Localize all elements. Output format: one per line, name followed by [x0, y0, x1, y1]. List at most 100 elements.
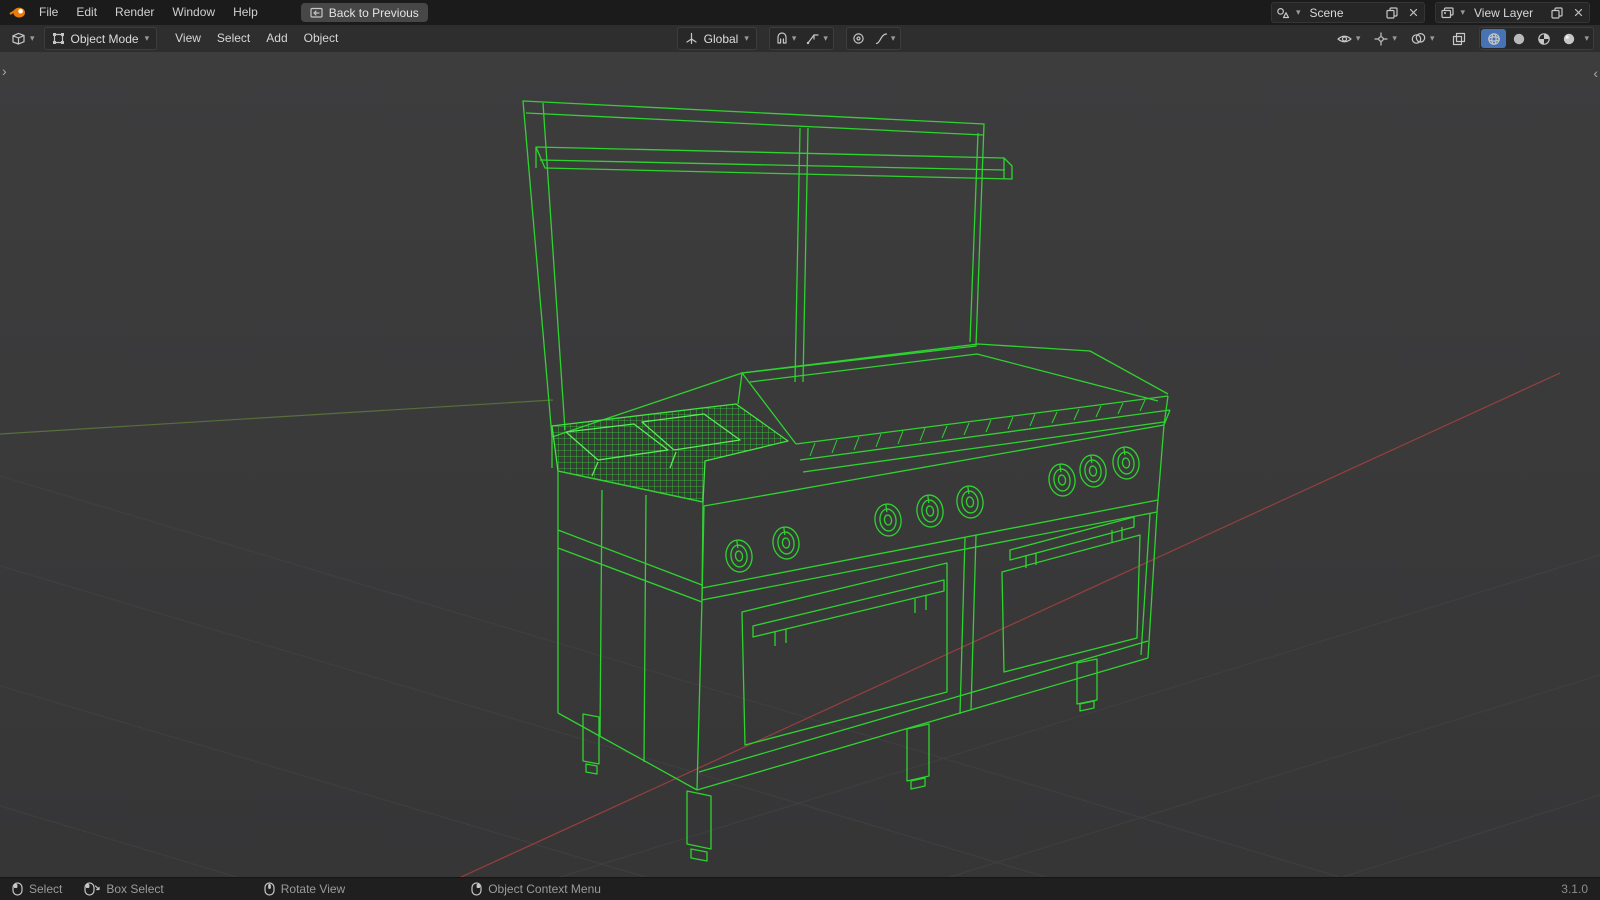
- mode-selector[interactable]: Object Mode ▾: [43, 27, 158, 50]
- close-icon: [1409, 8, 1418, 17]
- duplicate-icon: [1386, 6, 1399, 19]
- hint-box-select: Box Select: [84, 882, 164, 896]
- editor-type-icon: [11, 31, 26, 46]
- wireframe-shading-icon: [1487, 32, 1501, 46]
- open-sidebar-chevron[interactable]: ‹: [1593, 66, 1598, 80]
- view-layer-browse-button[interactable]: [1439, 4, 1455, 21]
- material-preview-icon: [1537, 32, 1551, 46]
- floor-grid: [0, 475, 1600, 878]
- object-visibility-button[interactable]: ▾: [1332, 28, 1366, 50]
- scene-new-button[interactable]: [1384, 4, 1400, 21]
- view-layer-browse-arrow: ▾: [1460, 7, 1465, 17]
- view-layer-icon: [1441, 6, 1454, 19]
- rendered-shading-icon: [1562, 32, 1576, 46]
- show-gizmo-button[interactable]: ▾: [1369, 28, 1402, 50]
- fryer-basket-mesh: [551, 403, 789, 503]
- snap-magnet-icon: [775, 32, 789, 45]
- scene-name[interactable]: Scene: [1305, 6, 1379, 20]
- view-layer-selector[interactable]: ▾ View Layer: [1435, 2, 1590, 23]
- view-layer-new-button[interactable]: [1549, 4, 1565, 21]
- control-knobs[interactable]: [723, 444, 1142, 575]
- scene-unlink-button[interactable]: [1405, 4, 1421, 21]
- menu-object[interactable]: Object: [296, 25, 347, 52]
- open-toolbar-chevron[interactable]: ›: [2, 64, 7, 78]
- solid-shading-button[interactable]: [1506, 29, 1531, 48]
- viewport-header: ▾ Object Mode ▾ View Select Add Object G…: [0, 25, 1600, 53]
- scene-browse-button[interactable]: [1275, 4, 1291, 21]
- snap-target-icon: [806, 32, 820, 45]
- scene-selector[interactable]: ▾ Scene: [1270, 2, 1426, 23]
- mouse-left-icon: [12, 882, 23, 896]
- back-to-previous-label: Back to Previous: [328, 5, 419, 20]
- material-preview-button[interactable]: [1531, 29, 1556, 48]
- menu-select[interactable]: Select: [209, 25, 258, 52]
- view-layer-name[interactable]: View Layer: [1470, 6, 1544, 20]
- xray-toggle[interactable]: [1447, 28, 1471, 50]
- show-gizmo-icon: [1374, 31, 1389, 46]
- overlays-icon: [1411, 32, 1426, 45]
- axis-y-line: [0, 399, 554, 435]
- editor-type-arrow: ▾: [30, 33, 35, 43]
- hint-select: Select: [12, 882, 62, 896]
- menu-file[interactable]: File: [30, 0, 67, 25]
- blender-logo[interactable]: [4, 6, 30, 19]
- snap-arrow: ▾: [791, 33, 797, 43]
- falloff-selector[interactable]: ▾: [870, 28, 901, 49]
- mouse-drag-icon: [84, 882, 100, 896]
- proportional-group: ▾: [845, 27, 902, 50]
- overlays-arrow: ▾: [1429, 33, 1435, 43]
- shading-options-arrow[interactable]: ▾: [1581, 34, 1592, 43]
- mouse-middle-icon: [264, 882, 275, 896]
- back-to-previous-button[interactable]: Back to Previous: [300, 3, 428, 22]
- snap-target-button[interactable]: ▾: [801, 28, 833, 49]
- view-layer-remove-button[interactable]: [1570, 4, 1586, 21]
- snap-toggle-button[interactable]: ▾: [770, 28, 802, 49]
- gizmo-arrow: ▾: [1392, 33, 1397, 43]
- shading-mode-group: ▾: [1479, 27, 1594, 50]
- hint-select-label: Select: [29, 882, 63, 896]
- duplicate-icon: [1551, 6, 1563, 19]
- hint-rotate-view: Rotate View: [264, 882, 345, 896]
- menu-help[interactable]: Help: [224, 0, 267, 25]
- scene-browse-arrow: ▾: [1295, 7, 1301, 17]
- statusbar: Select Box Select Rotate View Object Con…: [0, 877, 1600, 900]
- window-back-icon: [310, 7, 323, 19]
- editor-type-button[interactable]: ▾: [6, 28, 40, 50]
- display-cluster: ▾ ▾ ▾ ▾: [1332, 27, 1594, 50]
- close-icon: [1574, 8, 1583, 17]
- hint-context-menu: Object Context Menu: [471, 882, 601, 896]
- orientation-label: Global: [703, 31, 739, 46]
- falloff-curve-icon: [875, 32, 888, 45]
- rendered-shading-button[interactable]: [1556, 29, 1581, 48]
- transform-orientation-selector[interactable]: Global ▾: [676, 27, 757, 50]
- hint-rotate-view-label: Rotate View: [280, 882, 346, 896]
- menu-add[interactable]: Add: [258, 25, 295, 52]
- proportional-editing-toggle[interactable]: [847, 28, 870, 49]
- snap-target-arrow: ▾: [823, 33, 828, 43]
- mode-arrow: ▾: [144, 33, 150, 43]
- object-mode-icon: [52, 32, 65, 45]
- scene-icon: [1276, 7, 1290, 19]
- solid-shading-icon: [1512, 32, 1526, 46]
- scene-canvas[interactable]: [0, 52, 1600, 878]
- menu-render[interactable]: Render: [106, 0, 163, 25]
- topbar: File Edit Render Window Help Back to Pre…: [0, 0, 1600, 26]
- menu-view[interactable]: View: [167, 25, 209, 52]
- axis-x-line: [457, 372, 1561, 878]
- menu-edit[interactable]: Edit: [67, 0, 106, 25]
- falloff-arrow: ▾: [890, 33, 896, 43]
- proportional-editing-icon: [852, 32, 865, 45]
- snapping-group: ▾ ▾: [768, 27, 834, 50]
- menu-window[interactable]: Window: [163, 0, 224, 25]
- visibility-arrow: ▾: [1355, 33, 1361, 43]
- hint-context-menu-label: Object Context Menu: [488, 882, 601, 896]
- wireframe-shading-button[interactable]: [1481, 29, 1507, 48]
- transform-orientation-icon: [685, 32, 698, 45]
- orientation-arrow: ▾: [744, 33, 749, 43]
- mouse-right-icon: [471, 882, 482, 896]
- viewport-3d[interactable]: › ‹: [0, 52, 1600, 878]
- selected-object-wireframe[interactable]: [522, 100, 1171, 862]
- overlays-button[interactable]: ▾: [1406, 28, 1440, 50]
- mode-label: Object Mode: [70, 31, 139, 46]
- object-visibility-icon: [1337, 33, 1352, 45]
